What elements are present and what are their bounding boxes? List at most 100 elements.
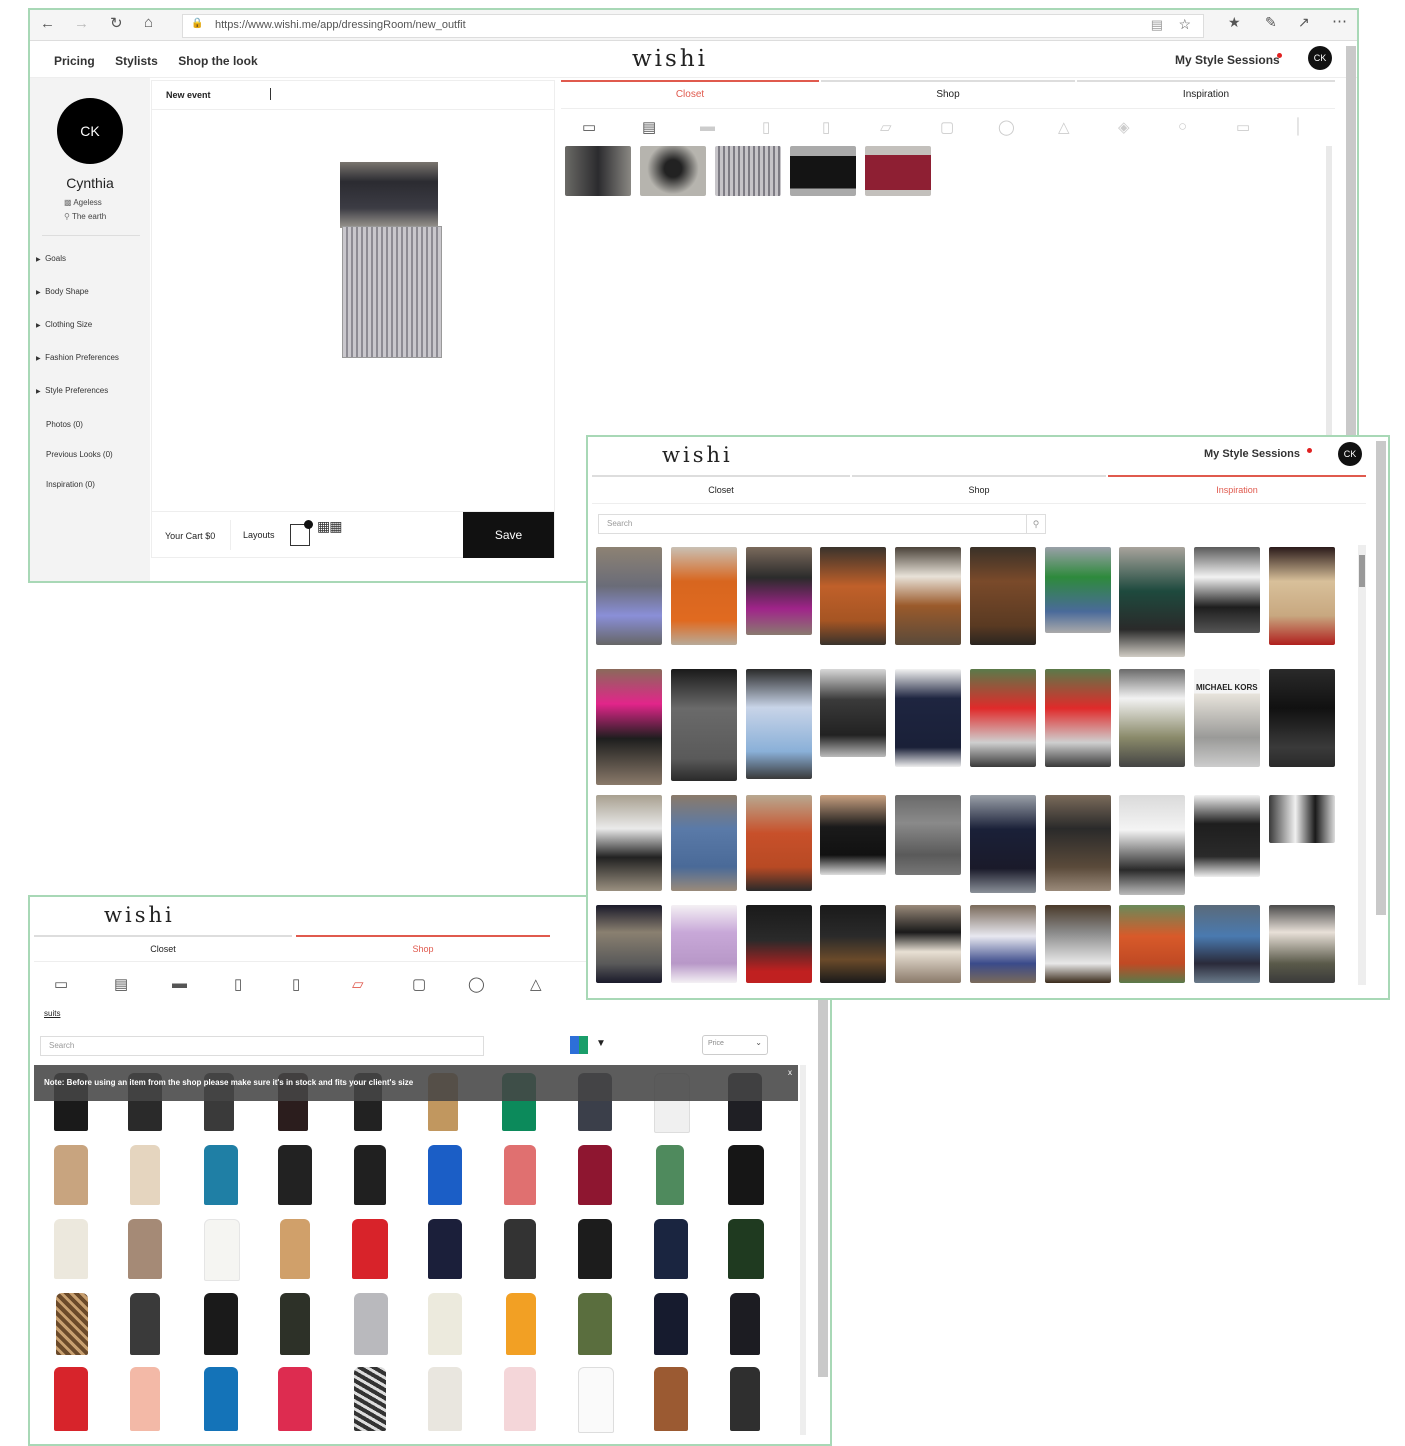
product-item[interactable] — [280, 1293, 310, 1355]
closet-item[interactable] — [640, 146, 706, 196]
product-item[interactable] — [56, 1293, 88, 1355]
tab-closet[interactable]: Closet — [561, 80, 819, 108]
page-scrollbar[interactable] — [1376, 441, 1386, 915]
closet-item[interactable] — [715, 146, 781, 196]
grid-layout-icon[interactable]: ▦▦ — [317, 519, 342, 533]
search-icon[interactable]: ⚲ — [1026, 515, 1045, 533]
user-avatar[interactable]: CK — [1308, 46, 1332, 70]
product-item[interactable] — [130, 1367, 160, 1431]
product-item[interactable] — [354, 1367, 386, 1431]
inspiration-image[interactable] — [1045, 669, 1111, 767]
inspiration-image[interactable] — [1119, 669, 1185, 767]
closet-item[interactable] — [565, 146, 631, 196]
inspiration-image[interactable] — [596, 905, 662, 983]
inspiration-image[interactable] — [970, 547, 1036, 645]
product-item[interactable] — [428, 1219, 462, 1279]
product-item[interactable] — [204, 1293, 238, 1355]
pants-icon[interactable]: ▯ — [762, 118, 770, 136]
refresh-icon[interactable]: ↻ — [110, 14, 123, 32]
breadcrumb-suits[interactable]: suits — [44, 1009, 60, 1018]
shop-scrollbar[interactable] — [800, 1065, 806, 1435]
style-sessions-link[interactable]: My Style Sessions — [1175, 53, 1280, 67]
sidebar-item-style-preferences[interactable]: ▶ Style Preferences — [36, 386, 108, 395]
shop-search-input[interactable]: Search — [40, 1036, 484, 1056]
more-icon[interactable]: ⋯ — [1332, 12, 1347, 30]
nav-pricing[interactable]: Pricing — [54, 54, 95, 68]
product-item[interactable] — [428, 1145, 462, 1205]
event-name-input[interactable]: New event — [166, 90, 211, 100]
back-icon[interactable]: ← — [40, 15, 55, 32]
inspiration-image[interactable] — [970, 905, 1036, 983]
brand-logo[interactable]: wishi — [104, 903, 175, 927]
inspiration-image[interactable] — [1194, 795, 1260, 877]
sidebar-item-fashion-preferences[interactable]: ▶ Fashion Preferences — [36, 353, 119, 362]
product-item[interactable] — [54, 1145, 88, 1205]
inspiration-image[interactable] — [671, 905, 737, 983]
product-item[interactable] — [504, 1145, 536, 1205]
product-item[interactable] — [428, 1293, 462, 1355]
sunglasses-icon[interactable]: ◯ — [998, 118, 1015, 136]
closet-item[interactable] — [865, 146, 931, 196]
inspiration-image[interactable] — [1269, 905, 1335, 983]
product-item[interactable] — [578, 1293, 612, 1355]
inspiration-image[interactable] — [1045, 905, 1111, 983]
inspiration-image[interactable] — [820, 669, 886, 757]
inspiration-image[interactable] — [596, 547, 662, 645]
home-icon[interactable]: ⌂ — [144, 14, 153, 31]
hat-icon[interactable]: ◈ — [1118, 118, 1130, 136]
dress-icon[interactable]: ▯ — [822, 118, 830, 136]
product-item[interactable] — [504, 1219, 536, 1279]
garment-top[interactable] — [340, 162, 438, 228]
product-item[interactable] — [730, 1293, 760, 1355]
skirts-icon[interactable]: ▤ — [114, 975, 128, 993]
reading-view-icon[interactable]: ▤ — [1151, 17, 1163, 33]
product-item[interactable] — [128, 1219, 162, 1279]
tab-closet[interactable]: Closet — [34, 935, 292, 961]
inspiration-image[interactable] — [970, 795, 1036, 893]
closet-scrollbar[interactable] — [1326, 146, 1332, 446]
inspiration-image[interactable] — [895, 905, 961, 983]
product-item[interactable] — [354, 1145, 386, 1205]
nav-shop-the-look[interactable]: Shop the look — [178, 54, 257, 68]
product-item[interactable] — [504, 1367, 536, 1431]
tab-shop[interactable]: Shop — [852, 475, 1106, 503]
inspiration-image[interactable] — [1269, 795, 1335, 843]
sidebar-item-goals[interactable]: ▶ Goals — [36, 254, 66, 263]
inspiration-image[interactable] — [671, 795, 737, 891]
garment-skirt[interactable] — [342, 226, 442, 358]
sunglasses-icon[interactable]: ◯ — [468, 975, 485, 993]
color-filter-dropdown[interactable]: ▼ — [570, 1036, 610, 1054]
tab-shop[interactable]: Shop — [296, 935, 550, 961]
address-bar[interactable]: 🔒 https://www.wishi.me/app/dressingRoom/… — [182, 14, 1204, 38]
product-item[interactable] — [578, 1367, 614, 1433]
skirts-icon[interactable]: ▤ — [642, 118, 656, 136]
outfit-canvas[interactable] — [152, 110, 554, 510]
product-item[interactable] — [278, 1145, 312, 1205]
inspiration-image[interactable] — [1045, 547, 1111, 633]
page-scrollbar[interactable] — [818, 997, 828, 1377]
inspiration-image[interactable]: MICHAEL KORS — [1194, 669, 1260, 767]
inspiration-image[interactable] — [895, 795, 961, 875]
product-item[interactable] — [204, 1145, 238, 1205]
product-item[interactable] — [204, 1367, 238, 1431]
inspiration-image[interactable] — [671, 547, 737, 645]
product-item[interactable] — [280, 1219, 310, 1279]
product-item[interactable] — [130, 1293, 160, 1355]
accessory-icon[interactable]: │ — [1294, 118, 1303, 135]
product-item[interactable] — [728, 1219, 764, 1279]
inspiration-image[interactable] — [746, 905, 812, 983]
product-item[interactable] — [54, 1367, 88, 1431]
product-item[interactable] — [506, 1293, 536, 1355]
product-item[interactable] — [354, 1293, 388, 1355]
user-avatar[interactable]: CK — [1338, 442, 1362, 466]
sidebar-link-inspiration[interactable]: Inspiration (0) — [46, 480, 95, 489]
inspiration-image[interactable] — [820, 905, 886, 983]
shoes-icon[interactable]: ▬ — [700, 118, 715, 135]
brand-logo[interactable]: wishi — [632, 46, 708, 72]
inspiration-image[interactable] — [1119, 547, 1185, 657]
sidebar-link-previous-looks[interactable]: Previous Looks (0) — [46, 450, 113, 459]
inspiration-image[interactable] — [671, 669, 737, 781]
inspiration-image[interactable] — [1119, 795, 1185, 895]
product-item[interactable] — [656, 1145, 684, 1205]
share-icon[interactable]: ↗ — [1298, 14, 1310, 31]
